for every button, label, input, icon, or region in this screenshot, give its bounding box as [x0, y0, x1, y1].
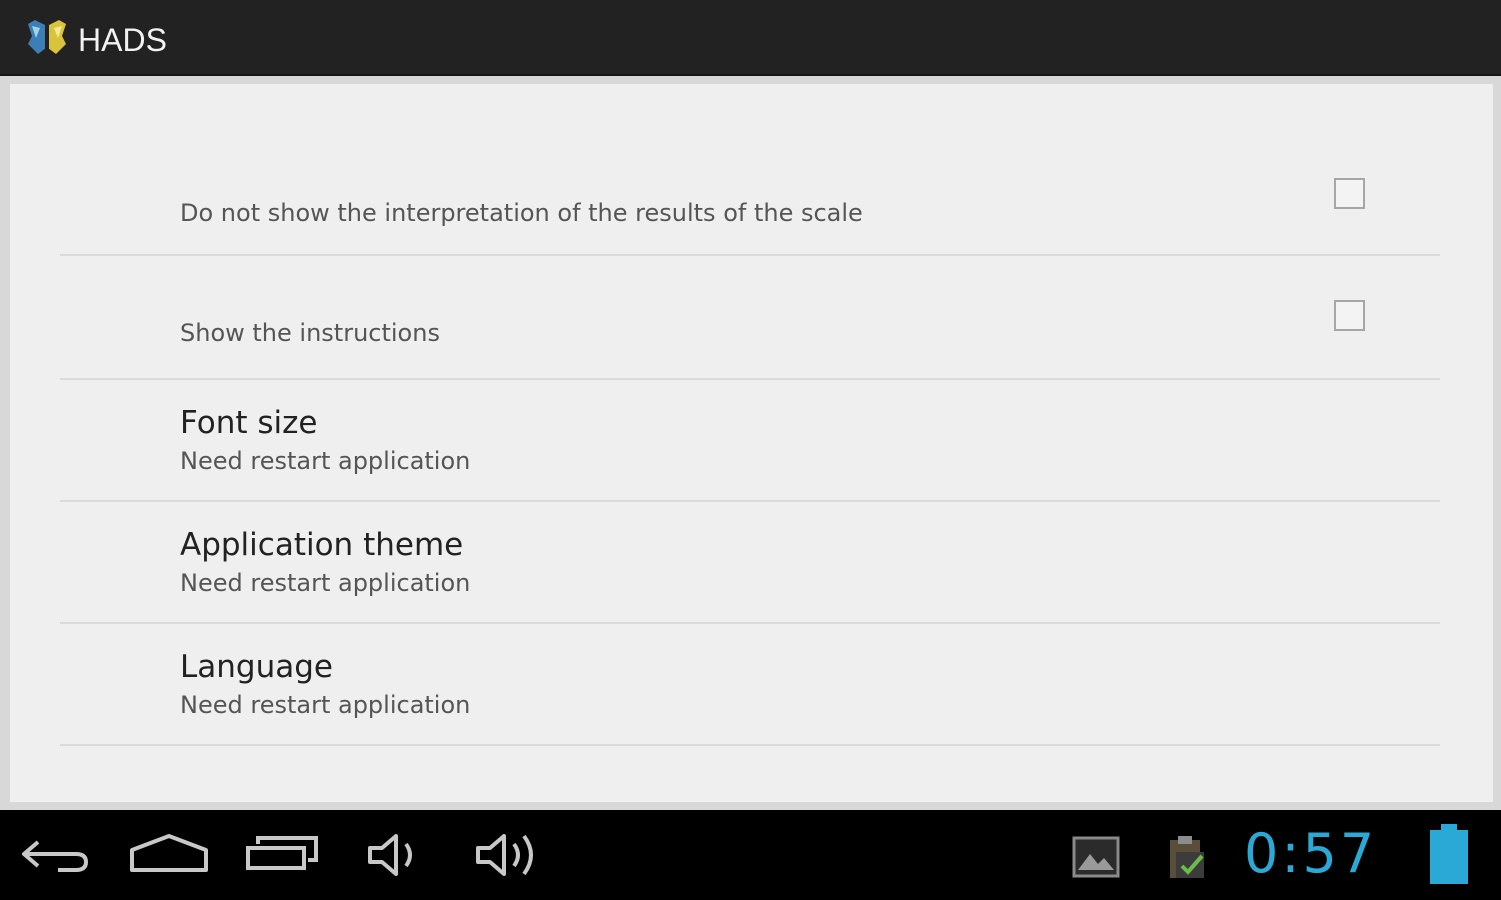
action-bar: HADS: [0, 0, 1501, 76]
pref-hide-interpretation[interactable]: Do not show the interpretation of the re…: [60, 134, 1440, 256]
preferences-panel: Do not show the interpretation of the re…: [10, 84, 1493, 802]
pref-title: Application theme: [180, 527, 464, 563]
pref-summary: Need restart application: [180, 691, 471, 719]
pref-language[interactable]: Language Need restart application: [60, 624, 1440, 746]
pref-show-instructions[interactable]: Show the instructions: [60, 258, 1440, 380]
pref-application-theme[interactable]: Application theme Need restart applicati…: [60, 502, 1440, 624]
pref-title: Language: [180, 649, 333, 685]
clipboard-check-icon[interactable]: [1166, 834, 1208, 882]
recent-apps-icon[interactable]: [244, 830, 320, 880]
gallery-notification-icon[interactable]: [1072, 836, 1120, 878]
butterfly-app-icon[interactable]: [26, 18, 68, 58]
pref-summary: Need restart application: [180, 569, 471, 597]
volume-up-icon[interactable]: [474, 830, 540, 880]
pref-title: Font size: [180, 405, 318, 441]
hide-interpretation-checkbox[interactable]: [1334, 178, 1365, 209]
app-title: HADS: [78, 22, 167, 58]
home-icon[interactable]: [128, 830, 210, 880]
content-frame: Do not show the interpretation of the re…: [0, 76, 1501, 810]
battery-icon: [1430, 824, 1468, 884]
pref-summary: Show the instructions: [180, 319, 440, 347]
status-clock: 0:57: [1244, 822, 1378, 885]
show-instructions-checkbox[interactable]: [1334, 300, 1365, 331]
pref-summary: Do not show the interpretation of the re…: [180, 199, 863, 227]
pref-summary: Need restart application: [180, 447, 471, 475]
back-icon[interactable]: [18, 830, 92, 880]
volume-down-icon[interactable]: [366, 830, 422, 880]
pref-font-size[interactable]: Font size Need restart application: [60, 380, 1440, 502]
